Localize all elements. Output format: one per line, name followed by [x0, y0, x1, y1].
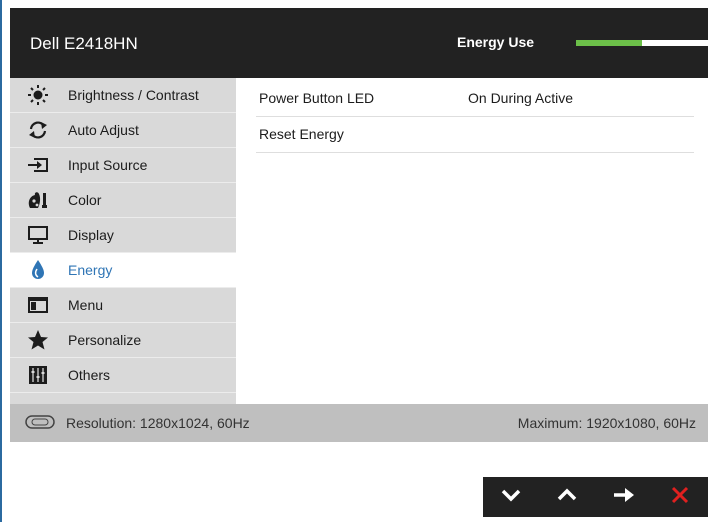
sliders-icon: [24, 365, 52, 385]
sidebar-item-label: Brightness / Contrast: [68, 87, 199, 103]
sidebar-item-label: Others: [68, 367, 111, 383]
sidebar-item-menu[interactable]: Menu: [10, 288, 236, 323]
reset-energy-row[interactable]: Reset Energy: [256, 116, 694, 153]
header: Dell E2418HN Energy Use: [10, 8, 708, 78]
star-icon: [24, 330, 52, 350]
sidebar-item-label: Menu: [68, 297, 104, 313]
sidebar-item-label: Auto Adjust: [68, 122, 139, 138]
energy-use-bar-fill: [576, 40, 642, 46]
sidebar-item-label: Input Source: [68, 157, 148, 173]
sidebar-item-label: Personalize: [68, 332, 142, 348]
energy-drop-icon: [24, 260, 52, 280]
chevron-down-icon: [500, 488, 522, 507]
up-button[interactable]: [539, 477, 595, 517]
sidebar-item-others[interactable]: Others: [10, 358, 236, 393]
exit-button[interactable]: [652, 477, 708, 517]
chevron-up-icon: [556, 488, 578, 507]
energy-use-label: Energy Use: [457, 34, 535, 50]
energy-settings-panel: Power Button LED On During Active Reset …: [236, 78, 708, 404]
maximum-resolution: Maximum: 1920x1080, 60Hz: [517, 415, 696, 431]
sidebar-item-energy[interactable]: Energy: [10, 253, 236, 288]
color-icon: [24, 190, 52, 210]
sidebar-item-label: Display: [68, 227, 114, 243]
sun-icon: [24, 85, 52, 105]
power-button-led-value: On During Active: [468, 90, 574, 106]
sidebar-item-input-source[interactable]: Input Source: [10, 148, 236, 183]
input-source-icon: [24, 155, 52, 175]
monitor-icon: [24, 225, 52, 245]
sidebar-item-personalize[interactable]: Personalize: [10, 323, 236, 358]
monitor-model: Dell E2418HN: [30, 34, 138, 53]
menu-icon: [24, 295, 52, 315]
sidebar-item-label: Energy: [68, 262, 113, 278]
auto-adjust-icon: [24, 120, 52, 140]
sidebar-item-display[interactable]: Display: [10, 218, 236, 253]
energy-use-bar: [576, 40, 708, 46]
close-icon: [670, 485, 690, 510]
sidebar: Brightness / Contrast Auto Adjust Input …: [10, 78, 236, 404]
status-bar: Resolution: 1280x1024, 60Hz Maximum: 192…: [10, 404, 708, 442]
power-button-led-label: Power Button LED: [259, 90, 375, 106]
sidebar-item-label: Color: [68, 192, 102, 208]
osd-navigation: [483, 477, 708, 517]
reset-energy-label: Reset Energy: [259, 126, 344, 142]
sidebar-item-auto-adjust[interactable]: Auto Adjust: [10, 113, 236, 148]
sidebar-item-color[interactable]: Color: [10, 183, 236, 218]
current-resolution: Resolution: 1280x1024, 60Hz: [66, 415, 250, 431]
resolution-icon: [22, 415, 58, 432]
enter-button[interactable]: [596, 477, 652, 517]
arrow-right-icon: [612, 487, 636, 508]
down-button[interactable]: [483, 477, 539, 517]
sidebar-item-brightness-contrast[interactable]: Brightness / Contrast: [10, 78, 236, 113]
power-button-led-row[interactable]: Power Button LED On During Active: [256, 80, 694, 117]
